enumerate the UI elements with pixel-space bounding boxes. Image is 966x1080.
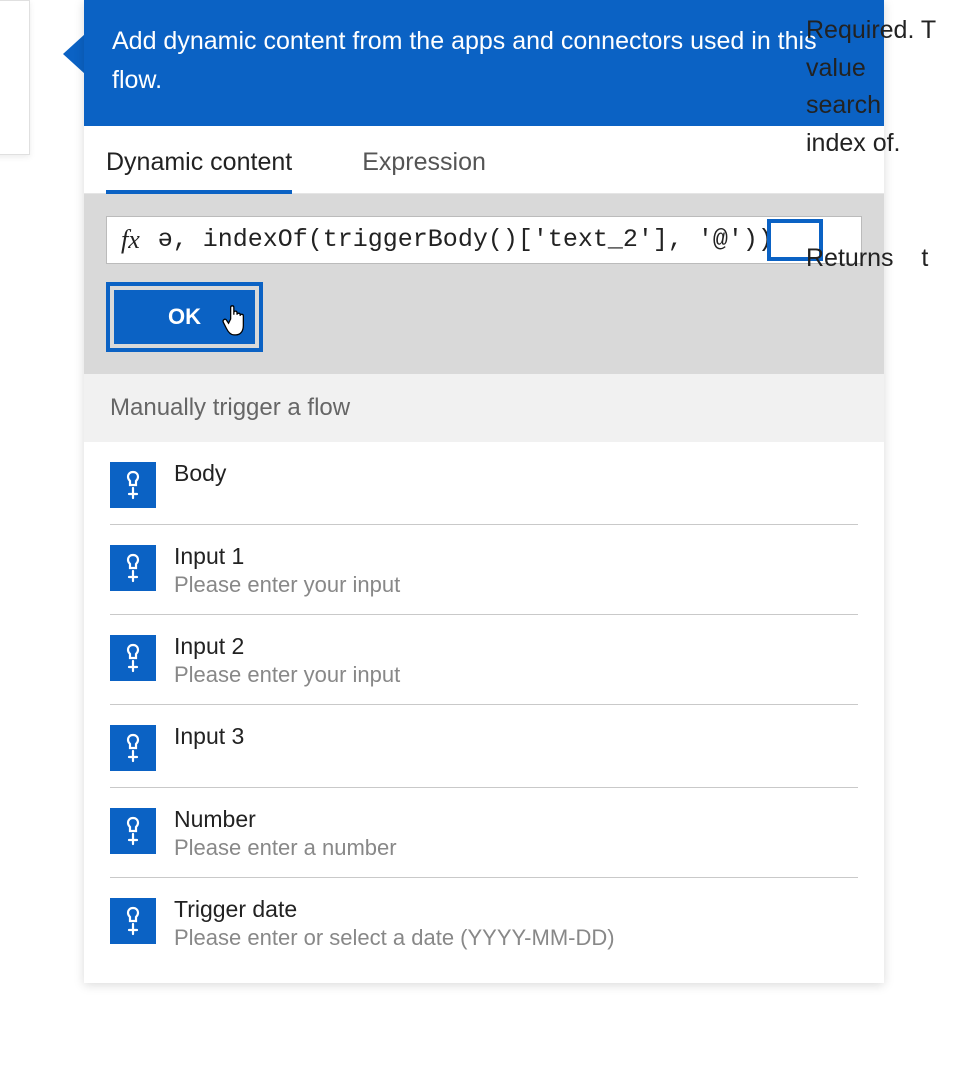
expression-input-row[interactable]: fx ə, indexOf(triggerBody()['text_2'], '… bbox=[106, 216, 862, 264]
item-subtitle: Please enter your input bbox=[174, 662, 400, 688]
trigger-icon bbox=[110, 725, 156, 771]
fx-icon: fx bbox=[121, 225, 140, 255]
tooltip-returns: Returns t bbox=[806, 240, 966, 278]
flyout-arrow bbox=[63, 34, 85, 74]
item-title: Trigger date bbox=[174, 896, 615, 923]
tooltip-line: Required. T bbox=[806, 12, 966, 50]
list-item[interactable]: Body bbox=[110, 442, 858, 525]
item-title: Body bbox=[174, 460, 226, 487]
section-header: Manually trigger a flow bbox=[84, 374, 884, 442]
expression-text[interactable]: ə, indexOf(triggerBody()['text_2'], '@')… bbox=[158, 225, 773, 254]
tabs-bar: Dynamic content Expression bbox=[84, 126, 884, 194]
tab-dynamic-content[interactable]: Dynamic content bbox=[106, 126, 322, 193]
item-title: Number bbox=[174, 806, 397, 833]
list-item[interactable]: Trigger date Please enter or select a da… bbox=[110, 878, 858, 967]
background-card-stub bbox=[0, 0, 30, 155]
ok-label: OK bbox=[168, 304, 201, 329]
banner-text: Add dynamic content from the apps and co… bbox=[112, 27, 817, 94]
tab-dynamic-label: Dynamic content bbox=[106, 148, 292, 176]
help-tooltip: Required. T value search t index of. Ret… bbox=[806, 12, 966, 278]
tab-expression-label: Expression bbox=[362, 148, 486, 176]
panel-banner: Add dynamic content from the apps and co… bbox=[84, 0, 884, 126]
item-title: Input 1 bbox=[174, 543, 400, 570]
trigger-icon bbox=[110, 898, 156, 944]
tooltip-line: search t bbox=[806, 87, 966, 125]
ok-button[interactable]: OK bbox=[114, 290, 255, 344]
section-title: Manually trigger a flow bbox=[110, 394, 350, 421]
tooltip-line: index of. bbox=[806, 125, 966, 163]
item-subtitle: Please enter a number bbox=[174, 835, 397, 861]
item-title: Input 3 bbox=[174, 723, 244, 750]
expression-area: fx ə, indexOf(triggerBody()['text_2'], '… bbox=[84, 194, 884, 374]
tab-expression[interactable]: Expression bbox=[362, 126, 516, 193]
trigger-icon bbox=[110, 462, 156, 508]
list-item[interactable]: Number Please enter a number bbox=[110, 788, 858, 878]
item-subtitle: Please enter your input bbox=[174, 572, 400, 598]
item-title: Input 2 bbox=[174, 633, 400, 660]
trigger-icon bbox=[110, 635, 156, 681]
trigger-icon bbox=[110, 545, 156, 591]
list-item[interactable]: Input 2 Please enter your input bbox=[110, 615, 858, 705]
dynamic-items-list: Body Input 1 Please enter your input Inp… bbox=[84, 442, 884, 983]
list-item[interactable]: Input 1 Please enter your input bbox=[110, 525, 858, 615]
item-subtitle: Please enter or select a date (YYYY-MM-D… bbox=[174, 925, 615, 951]
dynamic-content-panel: Add dynamic content from the apps and co… bbox=[84, 0, 884, 983]
list-item[interactable]: Input 3 bbox=[110, 705, 858, 788]
tooltip-line: value bbox=[806, 50, 966, 88]
ok-button-highlight: OK bbox=[106, 282, 263, 352]
trigger-icon bbox=[110, 808, 156, 854]
